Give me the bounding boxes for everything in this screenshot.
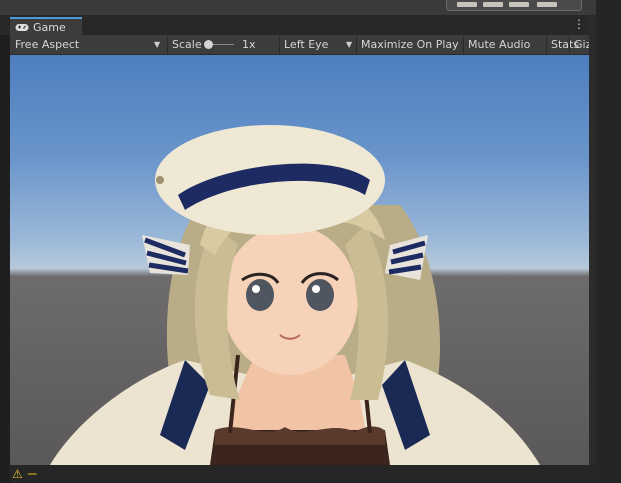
aspect-dropdown[interactable]: Free Aspect ▼ xyxy=(15,35,165,55)
scale-value: 1x xyxy=(242,38,256,51)
mute-audio-toggle[interactable]: Mute Audio xyxy=(463,35,534,55)
eye-dropdown[interactable]: Left Eye ▼ xyxy=(279,35,360,55)
tab-bar: Game xyxy=(0,15,596,35)
game-toolbar: Free Aspect ▼ Scale 1x Left Eye ▼ Maximi… xyxy=(10,35,591,55)
scale-label: Scale xyxy=(172,38,202,51)
top-strip xyxy=(0,0,596,15)
toolbar-thumbnail[interactable] xyxy=(446,0,582,11)
aspect-label: Free Aspect xyxy=(15,38,80,51)
right-dock-area xyxy=(596,0,621,483)
scale-control[interactable]: Scale 1x xyxy=(167,35,282,55)
dropdown-arrow-icon: ▼ xyxy=(154,40,161,49)
console-message: ー xyxy=(26,468,38,481)
tab-game-label: Game xyxy=(33,20,66,34)
dropdown-arrow-icon: ▼ xyxy=(346,40,353,49)
warning-icon: ⚠ xyxy=(12,467,23,481)
eye-label: Left Eye xyxy=(284,38,329,51)
console-status-bar[interactable]: ⚠ ー xyxy=(10,465,598,483)
tab-game[interactable]: Game xyxy=(10,17,82,35)
vertical-scrollbar[interactable] xyxy=(589,15,596,470)
maximize-on-play-toggle[interactable]: Maximize On Play xyxy=(356,35,463,55)
gizmos-dropdown[interactable]: Giz xyxy=(569,35,591,55)
character-render xyxy=(50,125,540,465)
gamepad-icon xyxy=(15,23,29,31)
game-viewport[interactable] xyxy=(10,55,589,465)
scale-slider-knob[interactable] xyxy=(204,40,213,49)
kebab-icon[interactable]: ⋮ xyxy=(573,17,585,31)
